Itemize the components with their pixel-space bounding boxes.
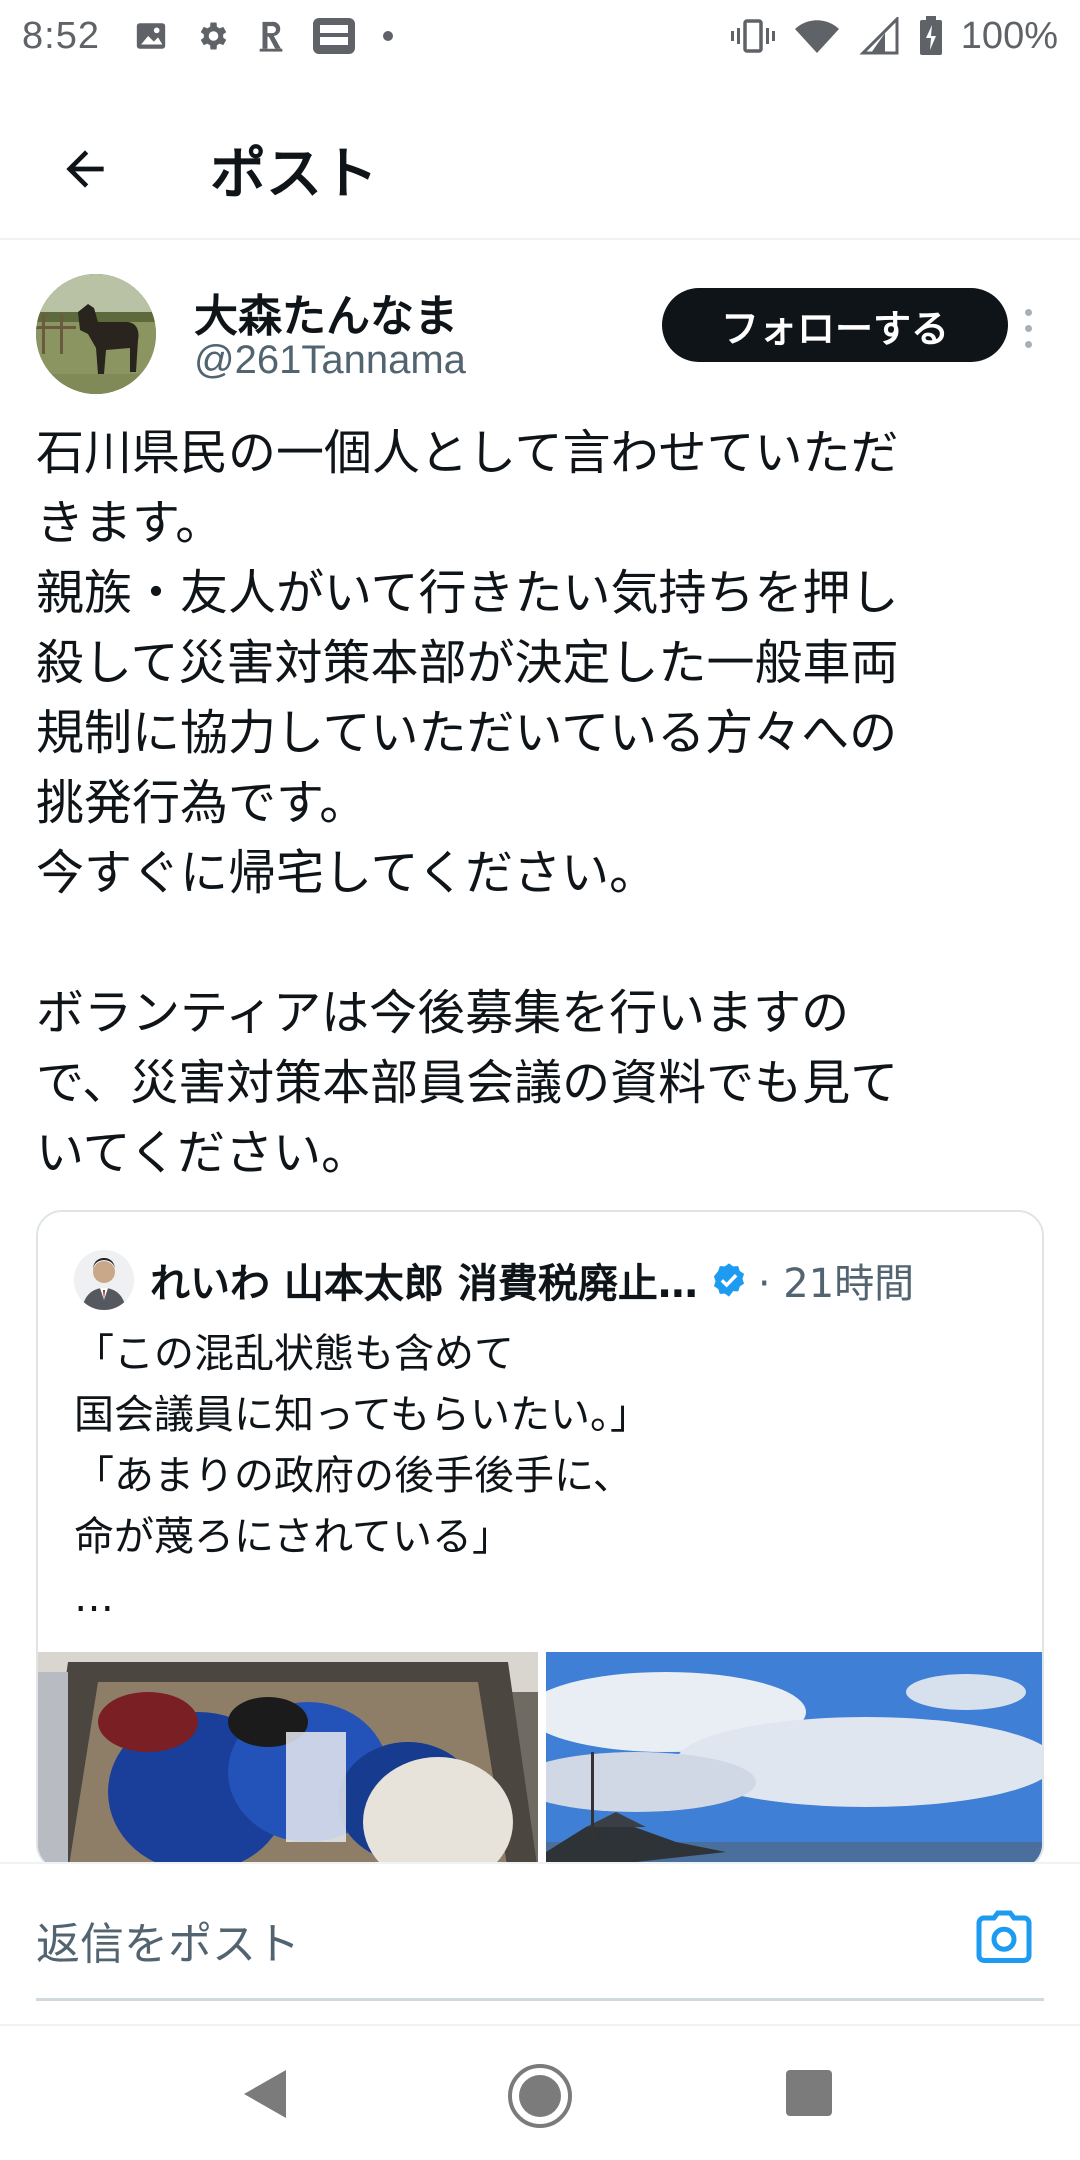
quoted-photo-car-bags[interactable] [38,1652,538,1868]
post-text-line: で、災害対策本部員会議の資料でも見て [36,1055,899,1111]
quoted-post-card[interactable]: れいわ 山本太郎 消費税廃止… · 21時間 「この混乱状態も含めて 国会議員に… [36,1210,1044,1870]
quoted-text-line: … [74,1575,114,1621]
post-text-line: 挑発行為です。 [36,775,368,831]
quoted-photo-sky-coast[interactable] [546,1652,1042,1868]
more-dot-icon [1024,308,1032,316]
post-text-line: ボランティアは今後募集を行いますの [36,985,850,1041]
dot-icon [382,30,394,42]
quoted-timestamp[interactable]: · 21時間 [758,1251,914,1309]
quoted-text-line: 国会議員に知ってもらいたい。」 [74,1392,650,1438]
page-title: ポスト [210,141,378,207]
more-options-button[interactable] [1008,298,1048,358]
verified-badge-icon [710,1261,748,1299]
post-text-line: いてください。 [36,1125,370,1181]
nav-home-button[interactable] [506,2062,574,2134]
more-dot-icon [1024,324,1032,332]
gear-icon [194,18,230,54]
battery-percent: 100% [960,14,1058,57]
system-navigation-bar [0,2024,1080,2160]
post-text-line: きます。 [36,495,224,551]
vibrate-icon [730,18,775,54]
person-avatar-image [74,1250,134,1310]
post-text: 石川県民の一個人として言わせていただ きます。 親族・友人がいて行きたい気持ちを… [36,418,1046,1188]
camera-icon [976,1910,1032,1963]
post-text-line: 今すぐに帰宅してください。 [36,845,658,901]
top-app-bar: ポスト [0,100,1080,240]
arrow-left-icon [66,150,104,188]
post-text-line: 規制に協力していただいている方々への [36,705,898,761]
battery-icon [919,16,943,56]
circle-home-icon [508,2064,572,2128]
quoted-post-text: 「この混乱状態も含めて 国会議員に知ってもらいたい。」 「あまりの政府の後手後手… [74,1324,650,1629]
back-button[interactable] [40,124,130,214]
author-name[interactable]: 大森たんなま [194,280,458,344]
gallery-icon [134,19,168,53]
wifi-icon [793,17,841,55]
quoted-text-line: 「この混乱状態も含めて [74,1331,514,1377]
post-text-line: 殺して災害対策本部が決定した一般車両 [36,635,899,691]
post-text-line: 石川県民の一個人として言わせていただ [36,425,899,481]
nav-back-button[interactable] [240,2066,290,2126]
avatar[interactable] [36,274,156,394]
horse-avatar-image [36,274,156,394]
reply-underline [36,1998,1044,2001]
rakuten-r-icon [256,19,286,53]
reply-composer: 返信をポスト [0,1862,1080,2024]
post-author: 大森たんなま @261Tannama フォローする [36,272,1046,402]
quoted-avatar[interactable] [74,1250,134,1310]
more-dot-icon [1024,340,1032,348]
post-text-line: 親族・友人がいて行きたい気持ちを押し [36,565,899,621]
signal-icon [859,17,901,55]
follow-button[interactable]: フォローする [662,288,1008,362]
line-manga-icon [312,16,356,56]
status-time: 8:52 [22,14,100,57]
nav-recents-button[interactable] [786,2070,832,2116]
triangle-back-icon [244,2070,286,2118]
camera-button[interactable] [974,1910,1040,1970]
reply-input[interactable]: 返信をポスト [36,1908,300,1972]
status-bar: 8:52 100% [0,0,1080,72]
author-handle[interactable]: @261Tannama [194,338,466,383]
quoted-post-header: れいわ 山本太郎 消費税廃止… · 21時間 [74,1248,914,1312]
post-text-blank-line [36,908,1046,978]
quoted-author-name[interactable]: れいわ 山本太郎 消費税廃止… [150,1251,698,1309]
quoted-text-line: 命が蔑ろにされている」 [74,1514,512,1560]
quoted-text-line: 「あまりの政府の後手後手に、 [74,1453,633,1499]
